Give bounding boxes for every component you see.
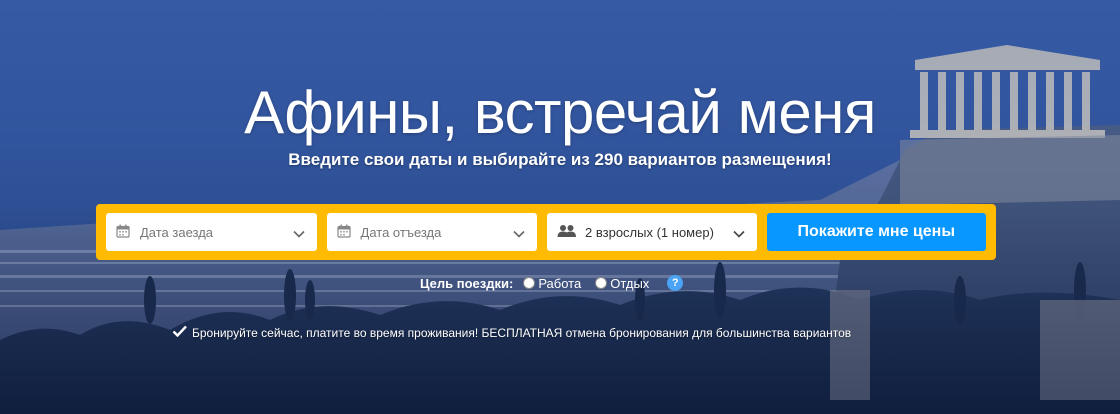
guests-selector[interactable]: 2 взрослых (1 номер) [547, 213, 757, 251]
promo-text: Бронируйте сейчас, платите во время прож… [192, 325, 852, 340]
checkout-placeholder: Дата отъезда [360, 224, 442, 240]
trip-purpose-work-option[interactable]: Работа [523, 276, 581, 291]
checkin-date-field[interactable]: Дата заезда [106, 213, 317, 251]
guests-value: 2 взрослых (1 номер) [585, 224, 714, 240]
chevron-down-icon [732, 226, 745, 241]
calendar-icon [336, 224, 353, 240]
title-rest: , встречай меня [441, 79, 877, 146]
trip-purpose: Цель поездки: Работа Отдых ? [420, 275, 684, 291]
title-city: Афины [244, 79, 442, 146]
free-cancellation-promo: Бронируйте сейчас, платите во время прож… [172, 325, 851, 340]
checkout-date-field[interactable]: Дата отъезда [326, 213, 538, 251]
leisure-radio[interactable] [595, 277, 608, 289]
people-icon [557, 224, 577, 240]
work-label: Работа [538, 275, 582, 291]
chevron-down-icon [292, 226, 305, 241]
work-radio[interactable] [523, 277, 536, 289]
checkmark-icon [172, 325, 188, 340]
trip-purpose-leisure-option[interactable]: Отдых [595, 276, 649, 291]
leisure-label: Отдых [610, 275, 650, 291]
checkin-placeholder: Дата заезда [140, 224, 214, 240]
show-prices-button[interactable]: Покажите мне цены [766, 213, 986, 251]
calendar-icon [116, 224, 132, 240]
chevron-down-icon [513, 226, 525, 241]
page-subtitle: Введите свои даты и выбирайте из 290 вар… [288, 150, 832, 169]
search-bar: Дата заезда Дата отъезда 2 взрослых (1 н… [96, 204, 996, 260]
trip-purpose-label: Цель поездки: [420, 275, 514, 291]
help-icon[interactable]: ? [667, 275, 684, 291]
page-title: Афины, встречай меня [0, 78, 1120, 148]
